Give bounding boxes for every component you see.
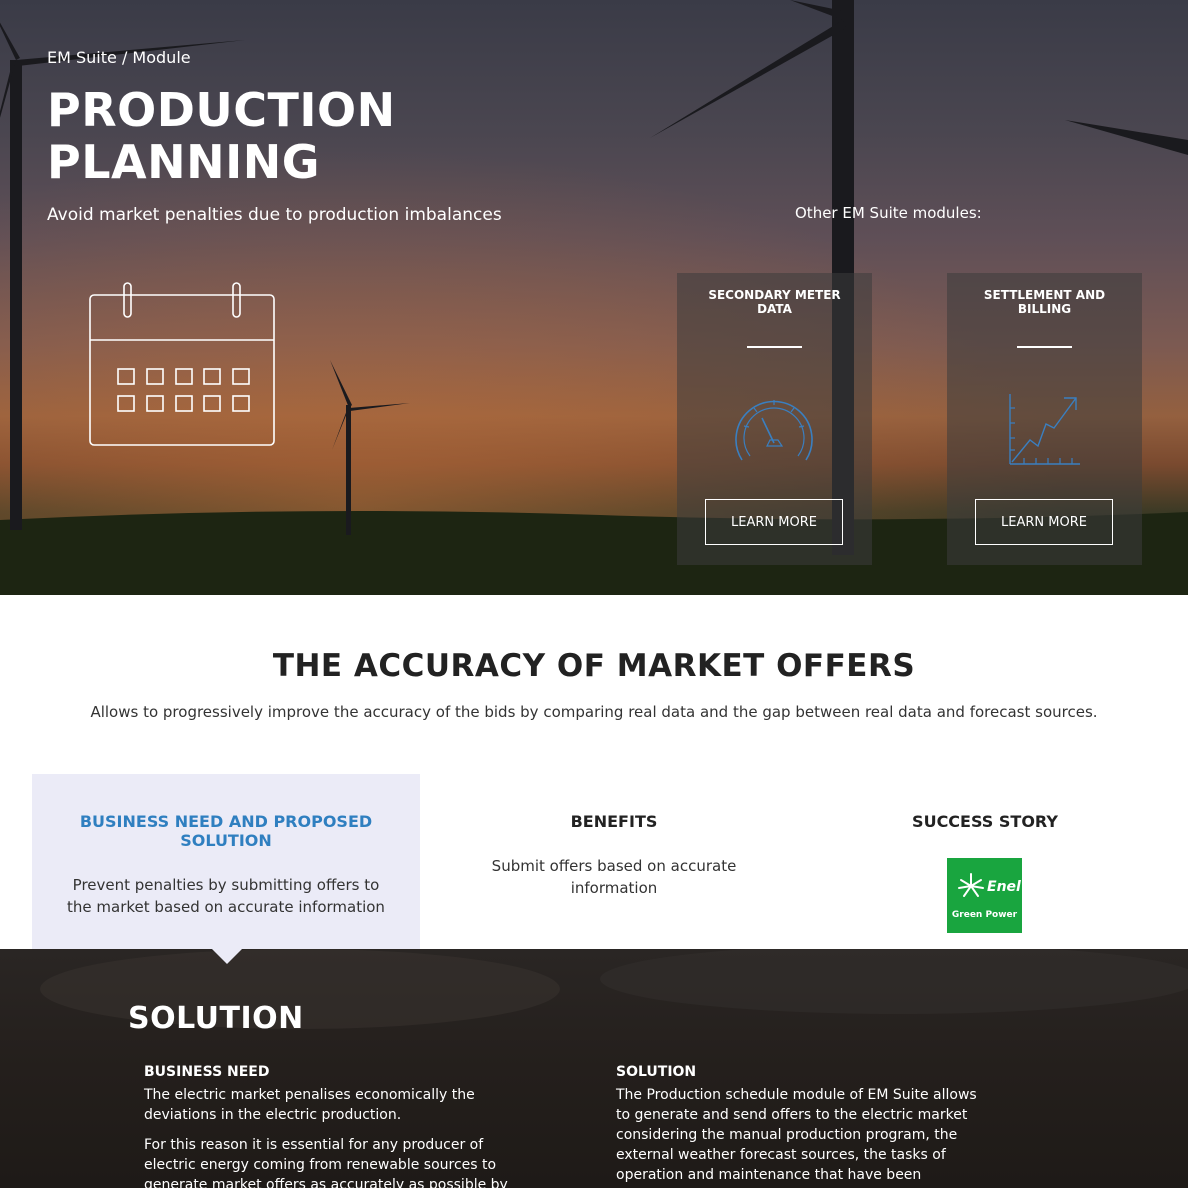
enel-flower-icon: Enel (958, 873, 1021, 897)
solution-title: SOLUTION (128, 1001, 304, 1036)
page-title-line-1: PRODUCTION (47, 83, 396, 137)
learn-more-button[interactable]: LEARN MORE (975, 499, 1113, 545)
active-tab-pointer (212, 949, 242, 964)
section-heading: THE ACCURACY OF MARKET OFFERS (272, 648, 916, 684)
enel-logo-subtext: Green Power (951, 910, 1018, 920)
page-title-line-2: PLANNING (47, 135, 320, 189)
hero-section: EM Suite / Module PRODUCTION PLANNING Av… (0, 0, 1188, 595)
tab-title: SUCCESS STORY (912, 812, 1058, 831)
other-modules-label: Other EM Suite modules: (795, 204, 982, 222)
solution-section: SOLUTION BUSINESS NEED The electric mark… (0, 949, 1188, 1188)
module-card-secondary-meter-data: SECONDARY METER DATA LEARN MORE (677, 273, 872, 565)
tab-success-story[interactable]: SUCCESS STORY Enel Green Power (790, 774, 1180, 950)
tab-business-need[interactable]: BUSINESS NEED AND PROPOSED SOLUTION Prev… (32, 774, 420, 950)
module-card-title: SECONDARY METER DATA (708, 288, 841, 316)
tab-text: Submit offers based on accurate informat… (491, 857, 737, 897)
tab-title: BUSINESS NEED AND PROPOSED SOLUTION (79, 812, 373, 850)
section-description: Allows to progressively improve the accu… (90, 703, 1098, 721)
gauge-icon (735, 400, 813, 461)
business-need-heading: BUSINESS NEED (144, 1064, 270, 1080)
module-card-title: SETTLEMENT AND BILLING (983, 288, 1106, 316)
learn-more-button[interactable]: LEARN MORE (705, 499, 843, 545)
solution-paragraph: The Production schedule module of EM Sui… (616, 1087, 977, 1188)
tab-title: BENEFITS (570, 812, 658, 831)
breadcrumb[interactable]: EM Suite / Module (47, 48, 191, 67)
enel-green-power-logo[interactable]: Enel Green Power (947, 858, 1022, 933)
business-need-paragraph: The electric market penalises economical… (144, 1087, 475, 1123)
page-title: PRODUCTION PLANNING (47, 84, 396, 188)
solution-heading: SOLUTION (616, 1064, 697, 1080)
calendar-icon (89, 282, 275, 446)
business-need-paragraph: For this reason it is essential for any … (144, 1137, 508, 1188)
divider (1017, 346, 1072, 348)
solution-column: SOLUTION The Production schedule module … (616, 1062, 986, 1188)
tab-benefits[interactable]: BENEFITS Submit offers based on accurate… (420, 774, 808, 950)
tab-text: Prevent penalties by submitting offers t… (67, 876, 385, 916)
enel-logo-wordmark: Enel (987, 879, 1021, 895)
divider (747, 346, 802, 348)
business-need-column: BUSINESS NEED The electric market penali… (144, 1062, 514, 1188)
page-subtitle: Avoid market penalties due to production… (47, 205, 502, 225)
module-card-settlement-and-billing: SETTLEMENT AND BILLING LEARN MORE (947, 273, 1142, 565)
growth-chart-icon (1009, 394, 1080, 465)
